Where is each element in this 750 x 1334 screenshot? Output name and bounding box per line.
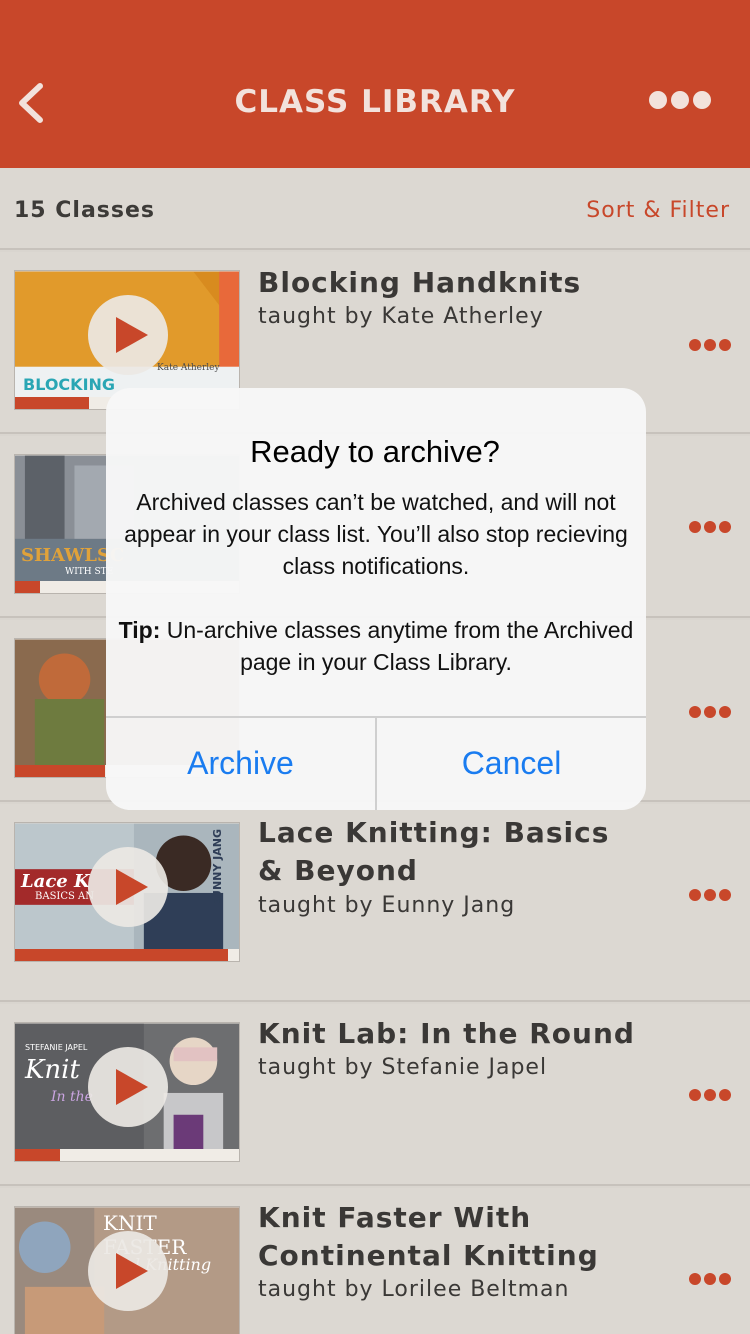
dialog-title: Ready to archive? <box>250 434 500 469</box>
tip-text: Un-archive classes anytime from the Arch… <box>160 617 634 675</box>
archive-button[interactable]: Archive <box>106 718 375 810</box>
tip-label: Tip: <box>118 617 161 643</box>
dialog-message: Archived classes can’t be watched, and w… <box>124 489 628 579</box>
cancel-button[interactable]: Cancel <box>377 718 646 810</box>
dialog-tip: Tip: Un-archive classes anytime from the… <box>116 614 636 678</box>
